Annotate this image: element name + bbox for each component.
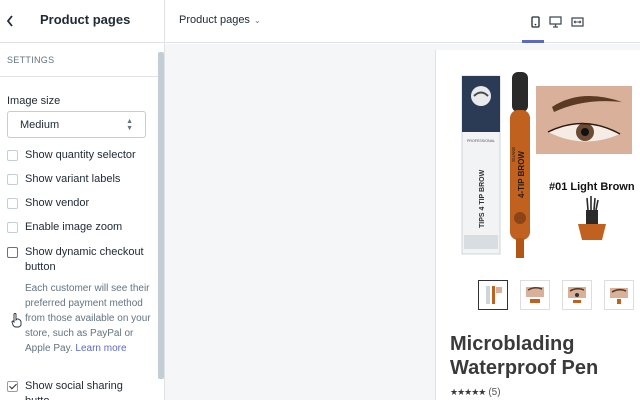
product-title: Microblading Waterproof Pen (450, 333, 599, 379)
box-brand-text: PROFESSIONAL (467, 139, 495, 143)
thumbnail-image (526, 286, 544, 303)
option-label: Enable image zoom (25, 221, 123, 233)
checkbox[interactable] (7, 198, 18, 209)
option-label: Show social sharing butto (25, 380, 123, 400)
option-enable-image-zoom[interactable]: Enable image zoom (7, 220, 150, 235)
thumbnail-image (486, 286, 502, 304)
option-show-social-sharing[interactable]: Show social sharing butto (7, 379, 150, 400)
box-product-text: TIPS 4 TIP BROW (479, 169, 486, 228)
mobile-view-button[interactable] (525, 12, 545, 32)
learn-more-link[interactable]: Learn more (75, 343, 126, 354)
checkbox[interactable] (7, 174, 18, 185)
thumbnail[interactable] (520, 280, 550, 310)
checkbox[interactable] (7, 222, 18, 233)
thumbnail[interactable] (604, 280, 634, 310)
thumbnail-image (610, 288, 628, 304)
option-label: Show quantity selector (25, 149, 136, 161)
image-size-select[interactable]: Medium ▲ ▼ (7, 111, 146, 138)
option-show-dynamic-checkout[interactable]: Show dynamic checkout button (7, 245, 150, 275)
desktop-icon (548, 16, 562, 28)
page-type-select[interactable]: Product pages ⌄ (179, 14, 261, 26)
back-button[interactable] (0, 0, 20, 43)
star-rating-icon: ★★★★★ (450, 387, 486, 397)
option-show-quantity-selector[interactable]: Show quantity selector (7, 148, 150, 163)
option-label: Show variant labels (25, 173, 121, 185)
pen-label-text: 4-TIP BROW (517, 151, 526, 198)
product-rating[interactable]: ★★★★★ (5) (450, 387, 501, 398)
thumbnail[interactable] (478, 280, 508, 310)
editor-topbar: Product pages ⌄ (165, 0, 640, 43)
checkbox[interactable] (7, 150, 18, 161)
active-device-indicator (522, 40, 544, 43)
hand-cursor-icon (11, 313, 22, 328)
pen-brand-text: SUAKE (511, 147, 516, 162)
checkbox[interactable] (7, 247, 18, 258)
chevron-down-icon: ⌄ (253, 15, 261, 25)
settings-sidebar: Product pages SETTINGS Image size Medium… (0, 0, 165, 400)
dynamic-checkout-help: Each customer will see their preferred p… (25, 281, 151, 356)
shade-label-text: #01 Light Brown (549, 181, 635, 193)
select-arrows-icon: ▲ ▼ (126, 117, 133, 132)
fullscreen-icon (570, 17, 584, 27)
thumbnail-strip (478, 280, 634, 310)
option-show-vendor[interactable]: Show vendor (7, 196, 150, 211)
image-size-value: Medium (20, 118, 60, 131)
checkbox-checked[interactable] (7, 381, 18, 392)
settings-section-header: SETTINGS (0, 43, 164, 77)
option-label: Show dynamic checkout button (25, 246, 144, 273)
image-size-label: Image size (7, 95, 61, 107)
thumbnail-image (568, 287, 586, 303)
product-image[interactable]: PROFESSIONAL TIPS 4 TIP BROW 4-TIP BROW … (436, 50, 640, 265)
fullscreen-view-button[interactable] (567, 12, 587, 32)
sidebar-title: Product pages (40, 12, 131, 27)
option-label: Show vendor (25, 197, 90, 209)
mobile-icon (530, 16, 540, 28)
option-show-variant-labels[interactable]: Show variant labels (7, 172, 150, 187)
thumbnail[interactable] (562, 280, 592, 310)
chevron-left-icon (6, 15, 13, 27)
desktop-view-button[interactable] (545, 12, 565, 32)
sidebar-header: Product pages (0, 0, 164, 43)
mobile-preview: PROFESSIONAL TIPS 4 TIP BROW 4-TIP BROW … (435, 50, 640, 400)
page-type-value: Product pages (179, 14, 250, 26)
sidebar-scrollbar[interactable] (158, 52, 164, 379)
review-count: (5) (488, 387, 501, 398)
